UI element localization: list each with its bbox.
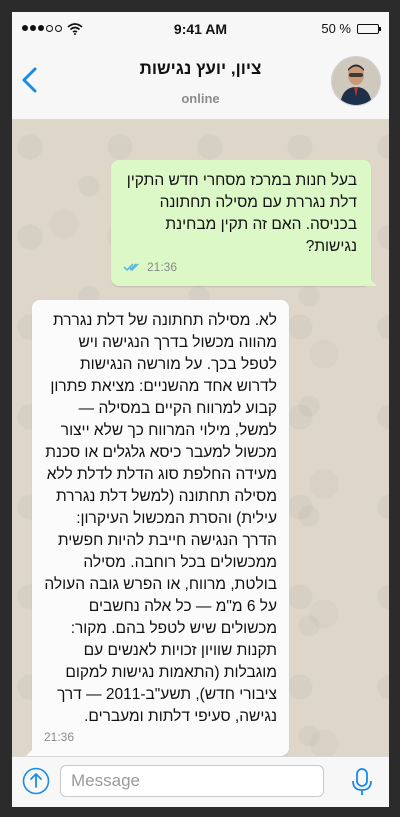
bubble-tail (365, 274, 377, 286)
bubble-tail (26, 744, 38, 756)
status-time: 9:41 AM (173, 20, 228, 37)
chat-header: ציון, יועץ נגישות online (12, 45, 389, 120)
message-time: 21:36 (147, 260, 178, 274)
battery-icon (357, 23, 381, 34)
composer-bar (12, 756, 389, 807)
attach-arrow-up-icon[interactable] (22, 767, 50, 795)
message-meta: 21:36 (44, 726, 74, 748)
message-text: בעל חנות במרכז מסחרי חדש התקין דלת נגררת… (126, 172, 357, 255)
battery-percent: 50 % (321, 21, 351, 36)
signal-dots-icon (22, 25, 62, 32)
microphone-icon[interactable] (349, 767, 375, 797)
wifi-icon (67, 22, 83, 35)
avatar-image (332, 57, 380, 105)
message-meta: 21:36 (123, 256, 177, 278)
chat-area[interactable]: בעל חנות במרכז מסחרי חדש התקין דלת נגררת… (12, 120, 389, 757)
avatar[interactable] (331, 56, 381, 106)
message-time: 21:36 (44, 730, 75, 744)
outgoing-message[interactable]: בעל חנות במרכז מסחרי חדש התקין דלת נגררת… (111, 160, 377, 286)
incoming-message[interactable]: לא. מסילה תחתונה של דלת נגררת מהווה מכשו… (26, 300, 289, 756)
battery-indicator: 50 % (321, 21, 381, 36)
status-bar: 9:41 AM 50 % (12, 12, 389, 45)
contact-status: online (181, 91, 220, 106)
message-input[interactable] (60, 765, 324, 797)
signal-indicator (22, 22, 83, 35)
double-check-icon (123, 263, 139, 272)
phone-screen: 9:41 AM 50 % ציון, יועץ נגישות online בע… (12, 12, 389, 807)
message-text: לא. מסילה תחתונה של דלת נגררת מהווה מכשו… (44, 312, 277, 725)
